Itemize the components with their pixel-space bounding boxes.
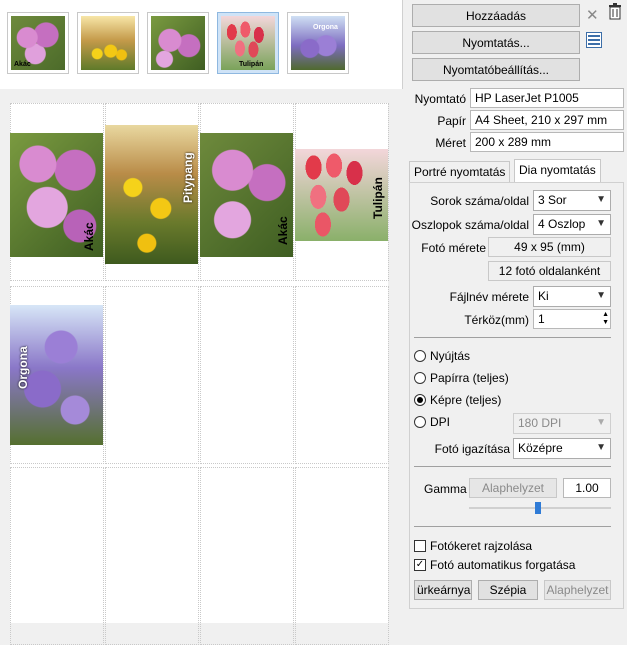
chevron-down-icon: ▼ — [596, 290, 606, 301]
photo-caption: Pitypang — [181, 152, 195, 203]
grid-cell — [105, 286, 199, 464]
gamma-label: Gamma — [424, 482, 467, 496]
preview-photo-tulipan[interactable]: Tulipán — [295, 149, 388, 241]
paper-label: Papír — [437, 114, 466, 128]
thumbnail-image: Akác — [11, 16, 65, 70]
close-x-icon[interactable]: ✕ — [586, 6, 599, 24]
dpi-value: 180 DPI — [518, 416, 562, 430]
grid-cell — [295, 467, 389, 645]
thumbnail-akac-2[interactable] — [147, 12, 209, 74]
auto-rotate-label: Fotó automatikus forgatása — [430, 558, 576, 572]
print-button[interactable]: Nyomtatás... — [412, 31, 580, 54]
grid-cell — [200, 467, 294, 645]
spacing-value: 1 — [538, 312, 545, 326]
spacing-spinner[interactable]: 1 ▲ ▼ — [533, 309, 611, 329]
radio-fit-image[interactable] — [414, 394, 426, 406]
radio-dpi-label: DPI — [430, 415, 451, 429]
chevron-down-icon: ▼ — [596, 417, 606, 428]
align-value: Középre — [518, 441, 563, 455]
tab-portrait-print[interactable]: Portré nyomtatás — [409, 161, 511, 182]
radio-fit-paper-label: Papírra (teljes) — [430, 371, 509, 385]
cols-label: Oszlopok száma/oldal — [411, 218, 529, 232]
grayscale-button[interactable]: ürkeárnya — [414, 580, 472, 600]
photo-size-label: Fotó mérete — [421, 241, 486, 255]
align-select[interactable]: Középre ▼ — [513, 438, 611, 459]
filename-size-value: Ki — [538, 289, 549, 303]
cols-select-value: 4 Oszlop — [538, 217, 586, 231]
gamma-reset-button[interactable]: Alaphelyzet — [469, 478, 557, 498]
spacing-label: Térköz(mm) — [464, 313, 529, 327]
cols-select[interactable]: 4 Oszlop ▼ — [533, 214, 611, 235]
radio-dpi[interactable] — [414, 416, 426, 428]
chevron-down-icon: ▼ — [596, 442, 606, 453]
preview-page: Akác Pitypang Akác Tulipán Orgona — [10, 103, 389, 645]
paper-field: A4 Sheet, 210 x 297 mm — [470, 110, 624, 130]
grid-cell — [295, 286, 389, 464]
layout-icon[interactable] — [586, 32, 602, 48]
thumbnail-pitypang[interactable] — [77, 12, 139, 74]
photo-caption: Akác — [82, 222, 96, 251]
dpi-select[interactable]: 180 DPI ▼ — [513, 413, 611, 434]
thumbnail-image — [81, 16, 135, 70]
rows-select-value: 3 Sor — [538, 193, 567, 207]
grid-cell — [10, 467, 104, 645]
thumbnail-orgona[interactable]: Orgona — [287, 12, 349, 74]
print-preview: Akác Pitypang Akác Tulipán Orgona — [0, 95, 403, 645]
sepia-button[interactable]: Szépia — [478, 580, 538, 600]
gamma-slider-thumb[interactable] — [535, 502, 541, 514]
size-field: 200 x 289 mm — [470, 132, 624, 152]
auto-rotate-checkbox[interactable]: ✓ — [414, 559, 426, 571]
trash-icon[interactable] — [607, 3, 623, 21]
thumbnail-strip: Akác Tulipán Orgona — [0, 0, 403, 89]
printer-settings-button[interactable]: Nyomtatóbeállítás... — [412, 58, 580, 81]
thumbnail-caption: Tulipán — [239, 61, 264, 68]
thumbnail-image — [151, 16, 205, 70]
tab-slide-print[interactable]: Dia nyomtatás — [514, 159, 601, 182]
preview-photo-akac-2[interactable]: Akác — [200, 133, 293, 257]
divider — [414, 466, 611, 467]
thumbnail-image: Tulipán — [221, 16, 275, 70]
filename-size-label: Fájlnév mérete — [449, 290, 529, 304]
preview-photo-pitypang[interactable]: Pitypang — [105, 125, 198, 264]
grid-cell — [200, 286, 294, 464]
preview-photo-orgona[interactable]: Orgona — [10, 305, 103, 445]
align-label: Fotó igazítása — [434, 442, 510, 456]
add-button[interactable]: Hozzáadás — [412, 4, 580, 27]
divider — [414, 337, 611, 338]
printer-label: Nyomtató — [414, 92, 466, 106]
thumbnail-caption: Akác — [14, 61, 31, 68]
photo-caption: Tulipán — [371, 177, 385, 219]
filter-reset-button[interactable]: Alaphelyzet — [544, 580, 611, 600]
thumbnail-image: Orgona — [291, 16, 345, 70]
thumbnail-tulipan[interactable]: Tulipán — [217, 12, 279, 74]
preview-photo-akac[interactable]: Akác — [10, 133, 103, 257]
rows-select[interactable]: 3 Sor ▼ — [533, 190, 611, 211]
spinner-arrows-icon[interactable]: ▲ ▼ — [602, 311, 609, 327]
draw-frame-checkbox[interactable] — [414, 540, 426, 552]
radio-fit-image-label: Képre (teljes) — [430, 393, 502, 407]
chevron-down-icon: ▼ — [596, 218, 606, 229]
printer-name-field: HP LaserJet P1005 — [470, 88, 624, 108]
rows-label: Sorok száma/oldal — [430, 194, 529, 208]
photo-caption: Akác — [276, 216, 290, 245]
thumbnail-caption: Orgona — [313, 24, 338, 31]
chevron-down-icon: ▼ — [596, 194, 606, 205]
grid-cell — [105, 467, 199, 645]
photo-size-value: 49 x 95 (mm) — [488, 237, 611, 257]
radio-stretch-label: Nyújtás — [430, 349, 471, 363]
divider — [414, 526, 611, 527]
thumbnail-akac[interactable]: Akác — [7, 12, 69, 74]
gamma-value-field[interactable]: 1.00 — [563, 478, 611, 498]
size-label: Méret — [435, 136, 466, 150]
radio-fit-paper[interactable] — [414, 372, 426, 384]
draw-frame-label: Fotókeret rajzolása — [430, 539, 533, 553]
photos-per-page: 12 fotó oldalanként — [488, 261, 611, 281]
filename-size-select[interactable]: Ki ▼ — [533, 286, 611, 307]
radio-stretch[interactable] — [414, 350, 426, 362]
photo-caption: Orgona — [16, 346, 30, 389]
